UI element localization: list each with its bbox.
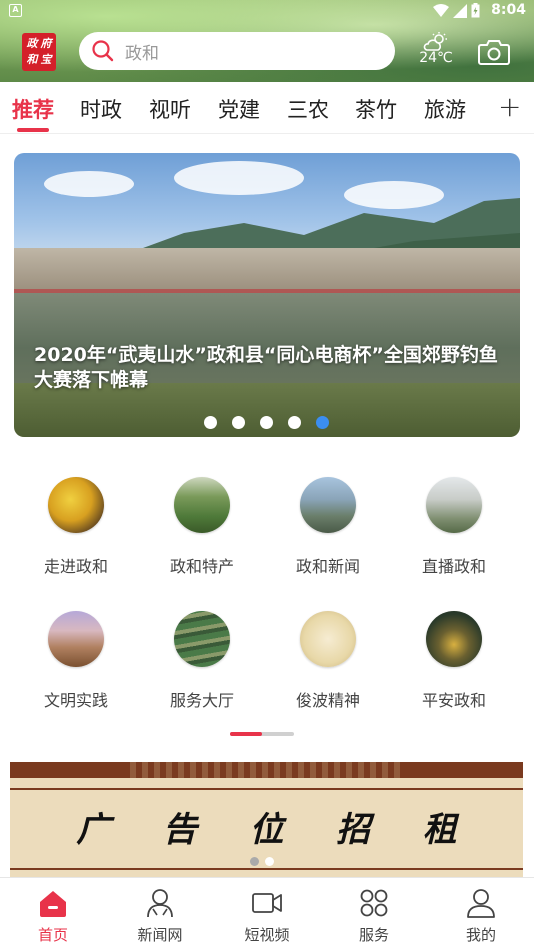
banner-town	[14, 248, 520, 293]
banner-pagination	[204, 416, 329, 429]
status-time: 8:04	[491, 2, 526, 18]
tab-politics[interactable]: 时政	[80, 94, 122, 124]
active-tab-indicator	[17, 128, 49, 132]
ad-pagination	[250, 857, 274, 866]
banner-cloud	[174, 161, 304, 195]
banner-dot[interactable]	[232, 416, 245, 429]
bottom-navigation: 首页 新闻网 短视频 服务 我的	[0, 877, 534, 950]
grid-item-specialties[interactable]: 政和特产	[147, 477, 257, 577]
nav-services[interactable]: 服务	[329, 886, 419, 945]
banner-dot[interactable]	[260, 416, 273, 429]
grid-item-explore[interactable]: 走进政和	[21, 477, 131, 577]
grid-item-news[interactable]: 政和新闻	[273, 477, 383, 577]
grid-item-live[interactable]: 直播政和	[399, 477, 509, 577]
status-icons	[433, 3, 480, 18]
camera-icon[interactable]	[478, 38, 510, 66]
nav-home[interactable]: 首页	[8, 886, 98, 945]
services-grid-icon	[360, 889, 388, 917]
tea-field-photo	[174, 477, 230, 533]
logo-char: 宝	[40, 53, 52, 66]
night-city-photo	[426, 611, 482, 667]
signal-icon	[453, 3, 467, 18]
banner-dot[interactable]	[288, 416, 301, 429]
ad-dot[interactable]	[250, 857, 259, 866]
grid-page-indicator-active	[230, 732, 262, 736]
search-icon	[92, 40, 114, 62]
nav-news[interactable]: 新闻网	[115, 886, 205, 945]
logo-char: 和	[26, 53, 38, 66]
ad-divider	[10, 788, 523, 790]
grid-label: 服务大厅	[169, 691, 234, 710]
grid-label: 政和新闻	[295, 557, 360, 576]
calligraphy-photo	[300, 611, 356, 667]
logo-char: 府	[40, 37, 52, 50]
home-icon	[40, 891, 66, 917]
nav-label: 我的	[465, 926, 496, 944]
ad-char: 位	[249, 810, 284, 850]
profile-icon	[467, 889, 495, 918]
grid-item-safety[interactable]: 平安政和	[399, 611, 509, 711]
grid-item-service-hall[interactable]: 服务大厅	[147, 611, 257, 711]
ad-top-pattern	[130, 762, 400, 778]
nav-label: 新闻网	[137, 926, 183, 944]
tab-tourism[interactable]: 旅游	[424, 94, 466, 124]
nav-label: 服务	[358, 926, 389, 944]
autumn-tree-photo	[48, 477, 104, 533]
ad-char: 告	[162, 810, 197, 850]
grid-label: 政和特产	[169, 557, 234, 576]
news-banner-carousel[interactable]: 2020年“武夷山水”政和县“同心电商杯”全国郊野钓鱼大赛落下帷幕	[14, 153, 520, 437]
grid-label: 直播政和	[421, 557, 486, 576]
ad-char: 租	[422, 810, 457, 850]
tab-party-building[interactable]: 党建	[218, 94, 260, 124]
search-placeholder: 政和	[125, 43, 159, 64]
category-tabs: 推荐 时政 视听 党建 三农 茶竹 旅游 +	[0, 82, 534, 134]
video-icon	[252, 893, 282, 913]
status-bar: A 8:04	[0, 0, 534, 22]
ad-char: 招	[336, 810, 371, 850]
tab-recommend[interactable]: 推荐	[12, 94, 54, 124]
nav-profile[interactable]: 我的	[436, 886, 526, 945]
app-logo[interactable]: 政 府 和 宝	[22, 33, 56, 71]
tab-agriculture[interactable]: 三农	[287, 94, 329, 124]
grid-item-junbo-spirit[interactable]: 俊波精神	[273, 611, 383, 711]
banner-dot[interactable]	[204, 416, 217, 429]
weather-temperature: 24℃	[419, 50, 453, 66]
grid-label: 平安政和	[421, 691, 486, 710]
banner-caption[interactable]: 2020年“武夷山水”政和县“同心电商杯”全国郊野钓鱼大赛落下帷幕	[34, 343, 504, 393]
add-tab-button[interactable]: +	[498, 90, 521, 123]
logo-char: 政	[26, 37, 38, 50]
nav-short-video[interactable]: 短视频	[222, 886, 312, 945]
weather-widget[interactable]: 24℃	[416, 32, 456, 72]
weather-cloud-sun-icon	[423, 32, 447, 51]
battery-icon	[471, 3, 480, 18]
grid-label: 走进政和	[43, 557, 108, 576]
mountain-town-photo	[300, 477, 356, 533]
ad-char: 广	[76, 810, 111, 850]
notification-icon: A	[9, 4, 22, 17]
ad-dot-active[interactable]	[265, 857, 274, 866]
news-icon	[147, 889, 173, 918]
misty-peaks-photo	[426, 477, 482, 533]
grid-label: 俊波精神	[295, 691, 360, 710]
rock-pillar-photo	[48, 611, 104, 667]
wifi-icon	[433, 3, 449, 17]
search-bar[interactable]: 政和	[79, 32, 395, 70]
grid-label: 文明实践	[43, 691, 108, 710]
ad-banner[interactable]: 广 告 位 招 租	[10, 762, 523, 877]
nav-label: 短视频	[244, 926, 290, 944]
tab-audiovisual[interactable]: 视听	[149, 94, 191, 124]
tab-tea-bamboo[interactable]: 茶竹	[355, 94, 397, 124]
terraced-fields-photo	[174, 611, 230, 667]
grid-item-civilization[interactable]: 文明实践	[21, 611, 131, 711]
nav-label: 首页	[37, 926, 68, 944]
ad-text: 广 告 位 招 租	[10, 802, 523, 851]
ad-divider	[10, 868, 523, 870]
grid-page-indicator	[230, 732, 294, 736]
banner-dot-active[interactable]	[316, 416, 329, 429]
